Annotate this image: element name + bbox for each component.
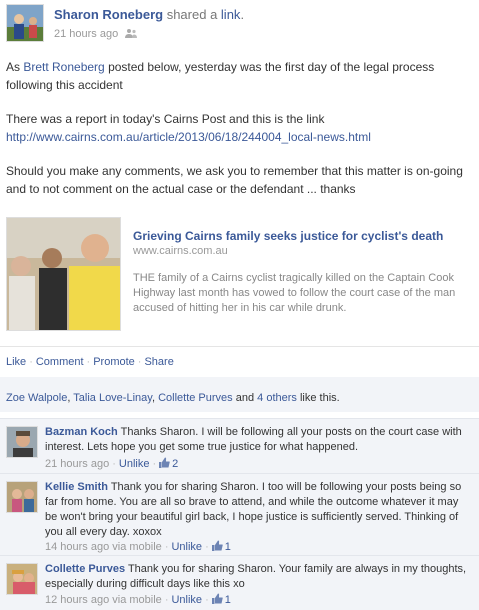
post-headline: Sharon Roneberg shared a link. — [54, 7, 244, 22]
friends-icon[interactable] — [125, 28, 138, 38]
separator: · — [152, 458, 157, 470]
unlike-button[interactable]: Unlike — [171, 594, 202, 606]
action-period: . — [240, 7, 245, 22]
share-button[interactable]: Share — [144, 356, 173, 368]
comment-timestamp[interactable]: 12 hours ago — [45, 594, 109, 606]
and-text: and — [235, 392, 255, 404]
like-count: 1 — [224, 541, 231, 553]
comment-timestamp[interactable]: 21 hours ago — [45, 458, 109, 470]
comment-text: Collette Purves Thank you for sharing Sh… — [45, 562, 473, 592]
via-mobile-text: via mobile — [112, 594, 162, 606]
link-attachment[interactable]: Grieving Cairns family seeks justice for… — [6, 217, 472, 333]
text-fragment: As — [6, 60, 24, 74]
thumbs-up-icon — [159, 457, 170, 468]
post-paragraph-1: As Brett Roneberg posted below, yesterda… — [6, 58, 472, 94]
comment-button[interactable]: Comment — [36, 356, 84, 368]
comment-timestamp[interactable]: 14 hours ago — [45, 541, 109, 553]
unlike-button[interactable]: Unlike — [119, 458, 150, 470]
post-meta: 21 hours ago — [54, 28, 138, 40]
comment-like-count[interactable]: 1 — [211, 593, 231, 606]
separator: · — [137, 356, 142, 368]
like-button[interactable]: Like — [6, 356, 26, 368]
separator: · — [112, 458, 116, 470]
attachment-description: THE family of a Cairns cyclist tragicall… — [133, 272, 456, 314]
comment-text: Kellie Smith Thank you for sharing Sharo… — [45, 480, 473, 540]
commenter-avatar[interactable] — [6, 426, 38, 458]
promote-button[interactable]: Promote — [93, 356, 135, 368]
post-actions: Like · Comment · Promote · Share — [6, 356, 174, 368]
separator: · — [205, 541, 209, 553]
text-fragment: There was a report in today's Cairns Pos… — [6, 112, 325, 126]
article-url-link[interactable]: http://www.cairns.com.au/article/2013/06… — [6, 130, 371, 144]
comment-meta: 21 hours ago · Unlike · 2 — [45, 457, 178, 470]
via-mobile-text: via mobile — [112, 541, 162, 553]
like-count: 1 — [224, 594, 231, 606]
comment-meta: 12 hours ago via mobile · Unlike · 1 — [45, 593, 231, 606]
comment-like-count[interactable]: 1 — [211, 540, 231, 553]
comment-body: Thank you for sharing Sharon. I too will… — [45, 481, 462, 538]
separator: · — [86, 356, 91, 368]
comment-item: Collette Purves Thank you for sharing Sh… — [0, 555, 479, 610]
comment-like-count[interactable]: 2 — [159, 457, 179, 470]
post-paragraph-3: Should you make any comments, we ask you… — [6, 164, 463, 196]
attachment-domain: www.cairns.com.au — [133, 245, 228, 257]
comment-text: Bazman Koch Thanks Sharon. I will be fol… — [45, 425, 473, 455]
attachment-title-link[interactable]: Grieving Cairns family seeks justice for… — [133, 229, 443, 243]
like-count: 2 — [172, 458, 179, 470]
liker-link[interactable]: Talia Love-Linay — [73, 392, 152, 404]
likes-summary: Zoe Walpole, Talia Love-Linay, Collette … — [0, 377, 479, 412]
comment-item: Kellie Smith Thank you for sharing Sharo… — [0, 473, 479, 556]
separator: · — [29, 356, 33, 368]
separator: · — [164, 594, 169, 606]
divider — [0, 346, 479, 347]
shared-link-word[interactable]: link — [221, 7, 241, 22]
commenter-avatar[interactable] — [6, 563, 38, 595]
likes-suffix: like this. — [299, 392, 340, 404]
comment-author-link[interactable]: Kellie Smith — [45, 481, 108, 493]
thumbs-up-icon — [211, 593, 223, 604]
post-paragraph-2: There was a report in today's Cairns Pos… — [6, 110, 472, 146]
liker-link[interactable]: Zoe Walpole — [6, 392, 67, 404]
comment-meta: 14 hours ago via mobile · Unlike · 1 — [45, 540, 231, 553]
others-link[interactable]: 4 others — [257, 392, 297, 404]
thumbs-up-icon — [211, 540, 223, 551]
post-timestamp[interactable]: 21 hours ago — [54, 28, 118, 40]
post-body: As Brett Roneberg posted below, yesterda… — [6, 58, 472, 214]
likes-line: Zoe Walpole, Talia Love-Linay, Collette … — [6, 392, 340, 404]
comment-author-link[interactable]: Collette Purves — [45, 563, 125, 575]
action-text: shared a — [166, 7, 218, 22]
post-header: Sharon Roneberg shared a link. 21 hours … — [6, 4, 476, 42]
mention-link[interactable]: Brett Roneberg — [23, 60, 104, 74]
attachment-thumbnail[interactable] — [6, 217, 121, 331]
author-name-link[interactable]: Sharon Roneberg — [54, 7, 163, 22]
liker-link[interactable]: Collette Purves — [158, 392, 233, 404]
unlike-button[interactable]: Unlike — [171, 541, 202, 553]
author-avatar[interactable] — [6, 4, 44, 42]
comment-item: Bazman Koch Thanks Sharon. I will be fol… — [0, 418, 479, 474]
commenter-avatar[interactable] — [6, 481, 38, 513]
separator: · — [205, 594, 209, 606]
separator: · — [164, 541, 169, 553]
comment-author-link[interactable]: Bazman Koch — [45, 426, 118, 438]
